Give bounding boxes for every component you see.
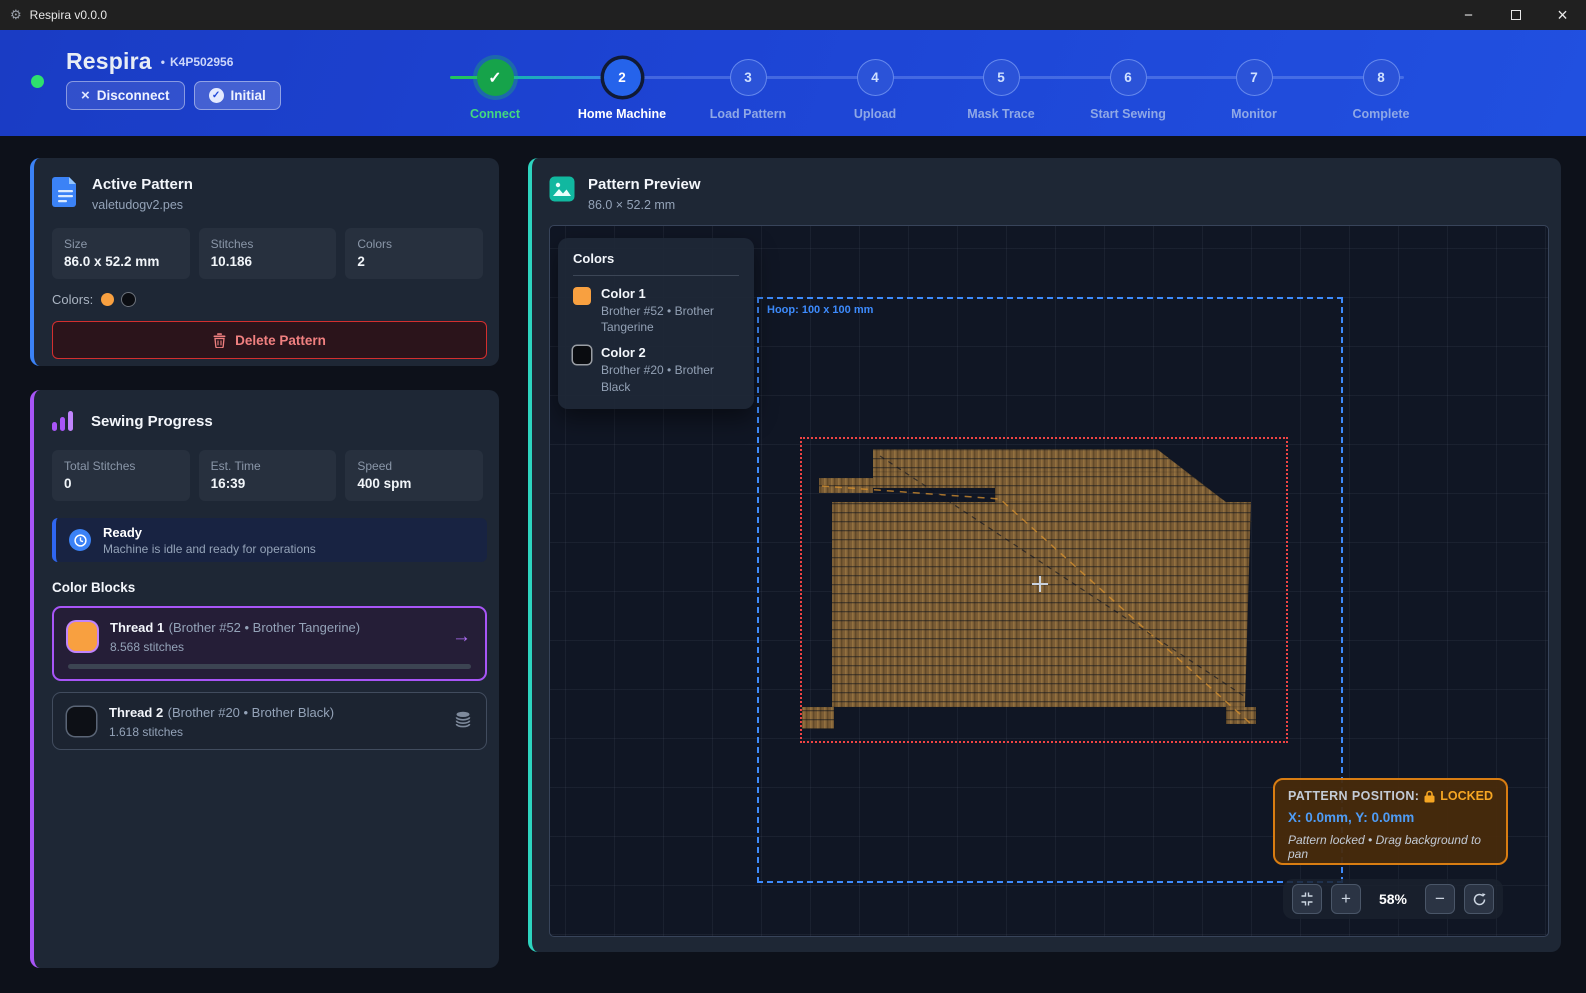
step-monitor-circle[interactable]: 7 — [1236, 59, 1273, 96]
preview-canvas[interactable]: Hoop: 100 x 100 mm — [549, 225, 1549, 937]
step-home-machine[interactable]: 2 Home Machine — [559, 59, 685, 121]
color-dot-tangerine — [101, 293, 114, 306]
minimize-button[interactable]: − — [1445, 0, 1492, 30]
step-connect-circle[interactable]: ✓ — [477, 59, 514, 96]
step-sewing-circle[interactable]: 6 — [1110, 59, 1147, 96]
app-icon: ⚙ — [10, 7, 22, 23]
thread-2-block[interactable]: Thread 2 (Brother #20 • Brother Black) 1… — [52, 692, 487, 750]
machine-status-banner: Ready Machine is idle and ready for oper… — [52, 518, 487, 562]
window-titlebar[interactable]: ⚙ Respira v0.0.0 − × — [0, 0, 1586, 30]
stat-size: Size 86.0 x 52.2 mm — [52, 228, 190, 279]
position-label: PATTERN POSITION: — [1288, 789, 1419, 803]
pattern-preview-card: Pattern Preview 86.0 × 52.2 mm Hoop: 100… — [528, 158, 1561, 952]
close-icon: × — [1557, 5, 1568, 26]
step-mask-circle[interactable]: 5 — [983, 59, 1020, 96]
layers-stack-icon — [454, 711, 472, 733]
position-hint: Pattern locked • Drag background to pan — [1288, 833, 1493, 861]
compress-icon — [1300, 892, 1314, 906]
pattern-position-panel: PATTERN POSITION: LOCKED X: 0.0mm, Y: 0.… — [1273, 778, 1508, 865]
status-description: Machine is idle and ready for operations — [103, 542, 316, 556]
step-complete-label: Complete — [1353, 107, 1410, 121]
app-window: { "titlebar": { "title": "Respira v0.0.0… — [0, 0, 1586, 993]
pattern-colors-row: Colors: — [52, 292, 483, 307]
pattern-preview-title: Pattern Preview — [588, 176, 701, 193]
legend-title: Colors — [573, 251, 739, 266]
locked-badge: LOCKED — [1440, 789, 1493, 803]
maximize-button[interactable] — [1492, 0, 1539, 30]
zoom-in-button[interactable]: + — [1331, 884, 1361, 914]
active-pattern-card: Active Pattern valetudogv2.pes Size 86.0… — [30, 158, 499, 366]
stat-stitches: Stitches 10.186 — [199, 228, 337, 279]
step-upload-label: Upload — [854, 107, 896, 121]
step-load-pattern[interactable]: 3 Load Pattern — [685, 59, 811, 121]
status-title: Ready — [103, 525, 316, 540]
zoom-out-button[interactable]: − — [1425, 884, 1455, 914]
stat-total-stitches: Total Stitches 0 — [52, 450, 190, 501]
thread-1-block[interactable]: Thread 1 (Brother #52 • Brother Tangerin… — [52, 606, 487, 681]
active-pattern-title: Active Pattern — [92, 176, 193, 193]
step-complete-circle[interactable]: 8 — [1363, 59, 1400, 96]
pattern-stats: Size 86.0 x 52.2 mm Stitches 10.186 Colo… — [52, 228, 483, 279]
color-blocks-title: Color Blocks — [52, 580, 483, 595]
legend-color-2: Color 2 Brother #20 • Brother Black — [573, 345, 739, 394]
maximize-icon — [1511, 10, 1521, 20]
step-home-label: Home Machine — [578, 107, 666, 121]
step-upload[interactable]: 4 Upload — [812, 59, 938, 121]
legend-color-1: Color 1 Brother #52 • Brother Tangerine — [573, 286, 739, 335]
step-load-circle[interactable]: 3 — [730, 59, 767, 96]
bar-chart-icon — [52, 408, 78, 434]
fit-to-view-button[interactable] — [1292, 884, 1322, 914]
colors-legend: Colors Color 1 Brother #52 • Brother Tan… — [558, 238, 754, 409]
check-icon: ✓ — [488, 68, 501, 88]
clock-icon — [69, 529, 91, 551]
step-connect[interactable]: ✓ Connect — [432, 59, 558, 121]
window-controls: − × — [1445, 0, 1586, 30]
pattern-dimensions: 86.0 × 52.2 mm — [588, 198, 701, 212]
thread-1-progress-bar — [68, 664, 471, 669]
close-button[interactable]: × — [1539, 0, 1586, 30]
legend-swatch-tangerine — [573, 287, 591, 305]
reset-view-button[interactable] — [1464, 884, 1494, 914]
stat-speed: Speed 400 spm — [345, 450, 483, 501]
arrow-right-icon: → — [452, 626, 471, 648]
zoom-level: 58% — [1370, 891, 1416, 907]
step-connect-label: Connect — [470, 107, 520, 121]
step-start-sewing[interactable]: 6 Start Sewing — [1065, 59, 1191, 121]
step-sewing-label: Start Sewing — [1090, 107, 1166, 121]
legend-swatch-black — [573, 346, 591, 364]
minimize-icon: − — [1464, 7, 1473, 24]
app-header: Respira •K4P502956 × Disconnect ✓ Initia… — [0, 30, 1586, 136]
step-complete[interactable]: 8 Complete — [1318, 59, 1444, 121]
thread-2-swatch — [67, 707, 96, 736]
color-dot-black — [122, 293, 135, 306]
sewing-stats: Total Stitches 0 Est. Time 16:39 Speed 4… — [52, 450, 483, 501]
thread-1-swatch — [68, 622, 97, 651]
workflow-stepper: ✓ Connect 2 Home Machine 3 Load Pattern … — [0, 30, 1586, 136]
refresh-icon — [1472, 892, 1487, 907]
trash-icon — [213, 333, 226, 348]
step-upload-circle[interactable]: 4 — [857, 59, 894, 96]
stat-colors: Colors 2 — [345, 228, 483, 279]
step-mask-trace[interactable]: 5 Mask Trace — [938, 59, 1064, 121]
lock-icon — [1424, 790, 1435, 803]
step-monitor-label: Monitor — [1231, 107, 1277, 121]
pattern-filename: valetudogv2.pes — [92, 198, 193, 212]
window-title: Respira v0.0.0 — [30, 8, 107, 22]
step-mask-label: Mask Trace — [967, 107, 1034, 121]
step-home-circle[interactable]: 2 — [604, 59, 641, 96]
sewing-progress-card: Sewing Progress Total Stitches 0 Est. Ti… — [30, 390, 499, 968]
stat-est-time: Est. Time 16:39 — [199, 450, 337, 501]
position-coordinates: X: 0.0mm, Y: 0.0mm — [1288, 810, 1493, 825]
step-load-label: Load Pattern — [710, 107, 786, 121]
file-icon — [52, 176, 79, 207]
image-icon — [549, 176, 575, 202]
zoom-toolbar: + 58% − — [1283, 879, 1503, 919]
delete-pattern-button[interactable]: Delete Pattern — [52, 321, 487, 359]
sewing-progress-title: Sewing Progress — [91, 413, 213, 430]
step-monitor[interactable]: 7 Monitor — [1191, 59, 1317, 121]
